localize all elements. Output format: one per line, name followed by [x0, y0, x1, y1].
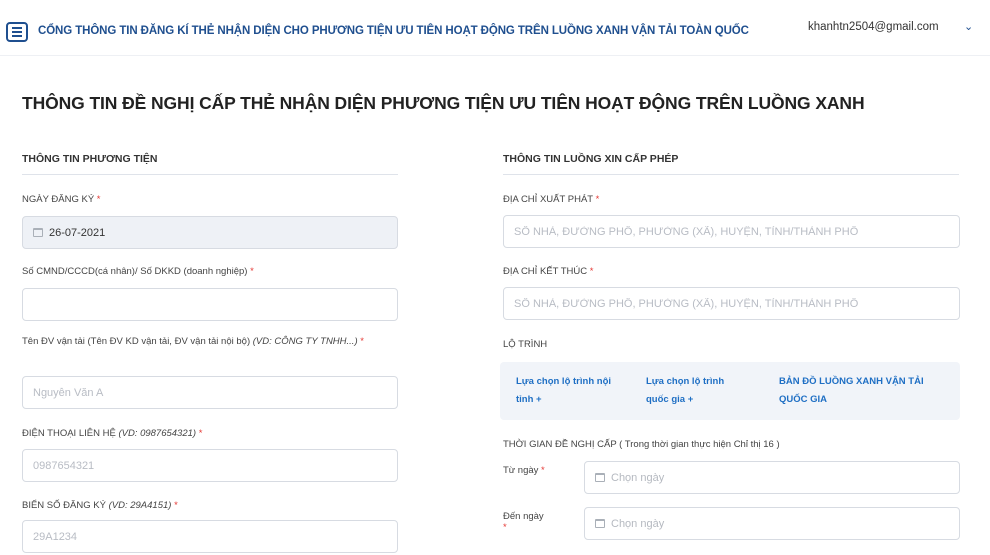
end-address-label: ĐỊA CHỈ KẾT THÚC *	[503, 266, 593, 277]
itinerary-label: LỘ TRÌNH	[503, 339, 548, 350]
to-date-label-text: Đến ngày	[503, 511, 544, 522]
page-title: THÔNG TIN ĐỀ NGHỊ CẤP THẺ NHẬN DIỆN PHƯƠ…	[22, 93, 865, 113]
top-bar: CỔNG THÔNG TIN ĐĂNG KÍ THẺ NHẬN DIỆN CHO…	[0, 0, 990, 56]
id-input[interactable]	[22, 288, 398, 321]
provincial-route-link-line2: tỉnh +	[516, 394, 542, 405]
portal-title: CỔNG THÔNG TIN ĐĂNG KÍ THẺ NHẬN DIỆN CHO…	[38, 25, 749, 37]
required-mark: *	[198, 428, 203, 439]
phone-label: ĐIỆN THOẠI LIÊN HỆ (VD: 0987654321) *	[22, 428, 202, 439]
calendar-icon	[33, 228, 43, 237]
required-mark: *	[589, 266, 594, 277]
required-mark: *	[360, 336, 364, 347]
from-date-label-text: Từ ngày	[503, 465, 539, 476]
menu-line	[12, 35, 22, 37]
calendar-icon	[595, 473, 605, 482]
company-label: Tên ĐV vận tải (Tên ĐV KD vận tải, ĐV vậ…	[22, 334, 382, 350]
from-date-label: Từ ngày *	[503, 465, 545, 476]
company-input[interactable]	[22, 376, 398, 409]
to-date-picker[interactable]: Chọn ngày	[584, 507, 960, 540]
company-label-text: Tên ĐV vận tải (Tên ĐV KD vận tải, ĐV vậ…	[22, 336, 251, 347]
itinerary-options: Lựa chọn lộ trình nội tỉnh + Lựa chọn lộ…	[500, 362, 960, 420]
route-section-title: THÔNG TIN LUỒNG XIN CẤP PHÉP	[503, 153, 679, 165]
request-period-label: THỜI GIAN ĐỀ NGHỊ CẤP ( Trong thời gian …	[503, 439, 780, 450]
green-lane-map-link[interactable]: BẢN ĐỒ LUỒNG XANH VẬN TẢI QUỐC GIA	[779, 373, 924, 409]
menu-line	[12, 27, 22, 29]
from-date-picker[interactable]: Chọn ngày	[584, 461, 960, 494]
green-lane-map-link-line2: QUỐC GIA	[779, 394, 828, 405]
plate-label: BIỂN SỐ ĐĂNG KÝ (VD: 29A4151) *	[22, 500, 178, 511]
national-route-link[interactable]: Lựa chọn lộ trình quốc gia +	[646, 373, 724, 409]
reg-date-value: 26-07-2021	[49, 226, 106, 239]
required-mark: *	[503, 522, 507, 533]
vehicle-section-title: THÔNG TIN PHƯƠNG TIỆN	[22, 153, 158, 165]
national-route-link-line2: quốc gia +	[646, 394, 694, 405]
menu-line	[12, 31, 22, 33]
required-mark: *	[541, 465, 545, 476]
section-divider	[22, 174, 398, 175]
required-mark: *	[595, 194, 600, 205]
plate-label-text: BIỂN SỐ ĐĂNG KÝ	[22, 500, 106, 511]
start-address-label: ĐỊA CHỈ XUẤT PHÁT *	[503, 194, 599, 205]
hamburger-menu-icon[interactable]	[6, 22, 28, 42]
reg-date-label-text: NGÀY ĐĂNG KÝ	[22, 194, 95, 205]
national-route-link-line1: Lựa chọn lộ trình	[646, 376, 725, 387]
plate-hint: (VD: 29A4151)	[108, 500, 172, 511]
required-mark: *	[174, 500, 178, 511]
green-lane-map-link-line1: BẢN ĐỒ LUỒNG XANH VẬN TẢI	[779, 376, 924, 387]
end-address-input[interactable]	[503, 287, 960, 320]
start-address-label-text: ĐỊA CHỈ XUẤT PHÁT	[503, 194, 593, 205]
phone-input[interactable]	[22, 449, 398, 482]
to-date-label: Đến ngày *	[503, 511, 544, 533]
calendar-icon	[595, 519, 605, 528]
required-mark: *	[250, 266, 254, 277]
section-divider	[503, 174, 959, 175]
required-mark: *	[96, 194, 101, 205]
end-address-label-text: ĐỊA CHỈ KẾT THÚC	[503, 266, 588, 277]
chevron-down-icon[interactable]: ⌄	[964, 20, 973, 33]
phone-label-text: ĐIỆN THOẠI LIÊN HỆ	[22, 428, 116, 439]
from-date-placeholder: Chọn ngày	[611, 471, 665, 484]
reg-date-label: NGÀY ĐĂNG KÝ *	[22, 194, 101, 205]
id-label: Số CMND/CCCD(cá nhân)/ Số DKKD (doanh ng…	[22, 266, 254, 277]
start-address-input[interactable]	[503, 215, 960, 248]
user-email[interactable]: khanhtn2504@gmail.com	[808, 21, 939, 33]
reg-date-field: 26-07-2021	[22, 216, 398, 249]
plate-input[interactable]	[22, 520, 398, 553]
phone-hint: (VD: 0987654321)	[118, 428, 197, 439]
provincial-route-link-line1: Lựa chọn lộ trình nội	[516, 376, 612, 387]
id-label-text: Số CMND/CCCD(cá nhân)/ Số DKKD (doanh ng…	[22, 266, 248, 277]
provincial-route-link[interactable]: Lựa chọn lộ trình nội tỉnh +	[516, 373, 611, 409]
to-date-placeholder: Chọn ngày	[611, 517, 665, 530]
company-hint: (VD: CÔNG TY TNHH...)	[252, 336, 358, 347]
